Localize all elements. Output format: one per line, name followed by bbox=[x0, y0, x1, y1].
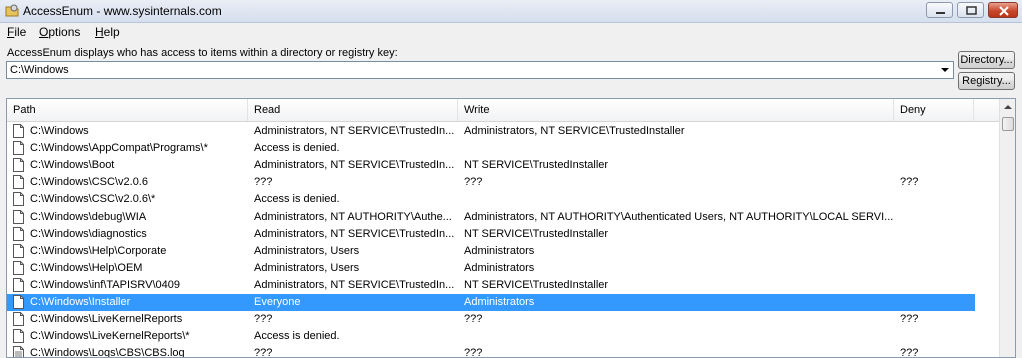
path-combobox-value: C:\Windows bbox=[10, 64, 69, 76]
maximize-button[interactable] bbox=[957, 2, 984, 18]
directory-button[interactable]: Directory... bbox=[958, 51, 1015, 69]
cell-path: C:\Windows\Help\Corporate bbox=[30, 244, 167, 257]
cell-write: Administrators bbox=[464, 261, 535, 274]
file-icon bbox=[13, 192, 24, 207]
file-icon bbox=[13, 209, 24, 224]
cell-deny: ??? bbox=[900, 176, 919, 189]
file-icon bbox=[13, 175, 24, 190]
cell-read: ??? bbox=[254, 347, 273, 358]
app-icon bbox=[5, 4, 19, 17]
cell-write: Administrators bbox=[464, 244, 535, 257]
results-list[interactable]: Path Read Write Deny C:\Windows Administr… bbox=[6, 98, 1016, 358]
file-icon bbox=[13, 277, 24, 292]
registry-button[interactable]: Registry... bbox=[958, 72, 1015, 90]
table-row[interactable]: C:\Windows\Installer Everyone Administrato… bbox=[7, 294, 975, 311]
table-row[interactable]: C:\Windows\Help\OEM Administrators, Users… bbox=[7, 260, 975, 277]
cell-path: C:\Windows\CSC\v2.0.6\* bbox=[30, 193, 156, 206]
table-row[interactable]: C:\Windows\Boot Administrators, NT SERVIC… bbox=[7, 157, 975, 174]
table-row[interactable]: C:\Windows\inf\TAPISRV\0409 Administrator… bbox=[7, 277, 975, 294]
cell-read: Administrators, NT SERVICE\TrustedIn... bbox=[254, 278, 454, 291]
file-icon bbox=[13, 226, 24, 241]
cell-read: Access is denied. bbox=[254, 142, 340, 155]
cell-write: ??? bbox=[464, 347, 483, 358]
title-bar: AccessEnum - www.sysinternals.com bbox=[0, 0, 1022, 23]
cell-read: Administrators, NT SERVICE\TrustedIn... bbox=[254, 159, 454, 172]
cell-read: Access is denied. bbox=[254, 193, 340, 206]
cell-write: ??? bbox=[464, 313, 483, 326]
cell-path: C:\Windows bbox=[30, 125, 89, 137]
cell-read: ??? bbox=[254, 176, 273, 189]
cell-path: C:\Windows\diagnostics bbox=[30, 227, 147, 240]
window-title: AccessEnum - www.sysinternals.com bbox=[23, 4, 222, 18]
cell-deny: ??? bbox=[900, 347, 919, 358]
cell-path: C:\Windows\AppCompat\Programs\* bbox=[30, 142, 208, 155]
cell-write: NT SERVICE\TrustedInstaller bbox=[464, 159, 609, 172]
cell-write: Administrators, NT SERVICE\TrustedInstal… bbox=[464, 125, 685, 137]
cell-read: Administrators, NT AUTHORITY\Authe... bbox=[254, 210, 452, 223]
file-icon bbox=[13, 158, 24, 173]
menu-bar: File Options Help bbox=[0, 23, 1022, 41]
cell-write: NT SERVICE\TrustedInstaller bbox=[464, 278, 609, 291]
table-row[interactable]: C:\Windows\CSC\v2.0.6\* Access is denied. bbox=[7, 191, 975, 208]
menu-options[interactable]: Options bbox=[39, 25, 80, 39]
cell-path: C:\Windows\CSC\v2.0.6 bbox=[30, 176, 148, 189]
menu-help[interactable]: Help bbox=[95, 25, 120, 39]
cell-path: C:\Windows\Help\OEM bbox=[30, 261, 143, 274]
cell-path: C:\Windows\debug\WIA bbox=[30, 210, 147, 223]
cell-deny: ??? bbox=[900, 313, 919, 326]
column-header-write[interactable]: Write bbox=[458, 99, 894, 121]
file-icon bbox=[13, 260, 24, 275]
minimize-button[interactable] bbox=[926, 2, 953, 18]
cell-read: Access is denied. bbox=[254, 330, 340, 343]
cell-path: C:\Windows\Installer bbox=[30, 296, 131, 308]
chevron-down-icon[interactable] bbox=[941, 68, 949, 72]
close-icon bbox=[999, 6, 1009, 16]
cell-write: NT SERVICE\TrustedInstaller bbox=[464, 227, 609, 240]
cell-read: Everyone bbox=[254, 296, 301, 308]
cell-read: Administrators, NT SERVICE\TrustedIn... bbox=[254, 125, 454, 137]
cell-read: Administrators, Users bbox=[254, 244, 360, 257]
cell-path: C:\Windows\inf\TAPISRV\0409 bbox=[30, 278, 180, 291]
cell-write: Administrators bbox=[464, 296, 535, 308]
cell-path: C:\Windows\LiveKernelReports\* bbox=[30, 330, 190, 343]
file-icon bbox=[13, 124, 24, 138]
vertical-scrollbar[interactable] bbox=[999, 99, 1015, 357]
scroll-thumb[interactable] bbox=[1002, 117, 1014, 131]
log-file-icon bbox=[13, 346, 24, 357]
file-icon bbox=[13, 295, 24, 309]
table-row[interactable]: C:\Windows\diagnostics Administrators, NT… bbox=[7, 226, 975, 243]
cell-read: Administrators, NT SERVICE\TrustedIn... bbox=[254, 227, 454, 240]
table-row[interactable]: C:\Windows\debug\WIA Administrators, NT A… bbox=[7, 209, 975, 226]
file-icon bbox=[13, 243, 24, 258]
cell-read: ??? bbox=[254, 313, 273, 326]
minimize-icon bbox=[936, 12, 945, 14]
cell-write: Administrators, NT AUTHORITY\Authenticat… bbox=[464, 210, 894, 223]
table-row[interactable]: C:\Windows\AppCompat\Programs\* Access is… bbox=[7, 140, 975, 157]
column-header-read[interactable]: Read bbox=[248, 99, 458, 121]
description-label: AccessEnum displays who has access to it… bbox=[7, 47, 398, 59]
close-button[interactable] bbox=[988, 2, 1018, 18]
column-header-deny[interactable]: Deny bbox=[894, 99, 974, 121]
list-header: Path Read Write Deny bbox=[7, 99, 1015, 122]
table-row[interactable]: C:\Windows\Help\Corporate Administrators,… bbox=[7, 243, 975, 260]
cell-read: Administrators, Users bbox=[254, 261, 360, 274]
cell-path: C:\Windows\Logs\CBS\CBS.log bbox=[30, 347, 185, 358]
table-row[interactable]: C:\Windows\LiveKernelReports????????? bbox=[7, 311, 975, 328]
table-row[interactable]: C:\Windows Administrators, NT SERVICE\Tru… bbox=[7, 123, 975, 140]
cell-write: ??? bbox=[464, 176, 483, 189]
table-row[interactable]: C:\Windows\LiveKernelReports\* Access is … bbox=[7, 328, 975, 345]
file-icon bbox=[13, 312, 24, 327]
column-header-path[interactable]: Path bbox=[7, 99, 248, 121]
cell-path: C:\Windows\LiveKernelReports bbox=[30, 313, 183, 326]
path-combobox[interactable]: C:\Windows bbox=[6, 61, 954, 79]
cell-path: C:\Windows\Boot bbox=[30, 159, 115, 172]
menu-file[interactable]: File bbox=[7, 25, 26, 39]
file-icon bbox=[13, 141, 24, 156]
scroll-up-icon[interactable] bbox=[1004, 105, 1012, 109]
table-row[interactable]: C:\Windows\CSC\v2.0.6????????? bbox=[7, 174, 975, 191]
file-icon bbox=[13, 329, 24, 344]
table-row[interactable]: C:\Windows\Logs\CBS\CBS.log????????? bbox=[7, 345, 975, 358]
maximize-icon bbox=[966, 6, 977, 15]
